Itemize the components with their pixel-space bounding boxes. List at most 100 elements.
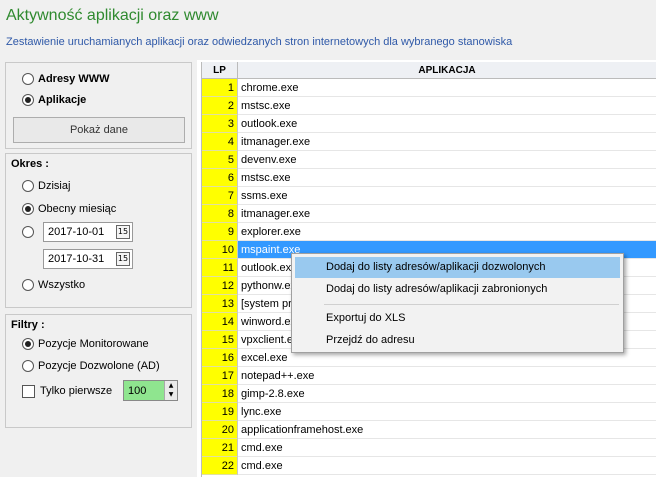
- column-header-application[interactable]: APLIKACJA: [238, 62, 656, 78]
- radio-circle[interactable]: [22, 360, 34, 372]
- cell-lp: 8: [202, 205, 238, 223]
- radio-www[interactable]: Adresy WWW: [22, 71, 110, 87]
- first-only-label: Tylko pierwsze: [40, 385, 113, 397]
- table-row[interactable]: 3 outlook.exe: [202, 115, 656, 133]
- cell-application: lync.exe: [238, 403, 656, 421]
- radio-monitored[interactable]: Pozycje Monitorowane: [22, 336, 149, 352]
- table-row[interactable]: 2 mstsc.exe: [202, 97, 656, 115]
- cell-application: devenv.exe: [238, 151, 656, 169]
- radio-circle[interactable]: [22, 73, 34, 85]
- cell-lp: 2: [202, 97, 238, 115]
- show-data-button[interactable]: Pokaż dane: [13, 117, 185, 143]
- table-row[interactable]: 5 devenv.exe: [202, 151, 656, 169]
- radio-today[interactable]: Dzisiaj: [22, 178, 70, 194]
- checkbox-box[interactable]: [22, 384, 35, 398]
- cell-application: cmd.exe: [238, 439, 656, 457]
- radio-date-range[interactable]: [22, 224, 38, 240]
- radio-circle[interactable]: [22, 94, 34, 106]
- menu-item-add-forbidden[interactable]: Dodaj do listy adresów/aplikacji zabroni…: [295, 279, 620, 300]
- cell-lp: 12: [202, 277, 238, 295]
- table-row[interactable]: 9 explorer.exe: [202, 223, 656, 241]
- radio-allowed[interactable]: Pozycje Dozwolone (AD): [22, 358, 160, 374]
- cell-lp: 4: [202, 133, 238, 151]
- radio-circle[interactable]: [22, 226, 34, 238]
- table-row[interactable]: 19 lync.exe: [202, 403, 656, 421]
- radio-www-label: Adresy WWW: [38, 73, 110, 85]
- table-row[interactable]: 22 cmd.exe: [202, 457, 656, 475]
- radio-monitored-label: Pozycje Monitorowane: [38, 338, 149, 350]
- menu-item-export-xls[interactable]: Exportuj do XLS: [295, 308, 620, 329]
- cell-lp: 1: [202, 79, 238, 97]
- menu-separator: [324, 304, 619, 305]
- table-row[interactable]: 4 itmanager.exe: [202, 133, 656, 151]
- cell-lp: 16: [202, 349, 238, 367]
- chevron-down-icon[interactable]: ▼: [165, 390, 177, 399]
- cell-lp: 19: [202, 403, 238, 421]
- cell-lp: 3: [202, 115, 238, 133]
- column-header-lp[interactable]: LP: [202, 62, 238, 78]
- cell-lp: 11: [202, 259, 238, 277]
- header: Aktywność aplikacji oraz www Zestawienie…: [0, 0, 656, 60]
- left-panel: Adresy WWW Aplikacje Pokaż dane Okres : …: [0, 60, 197, 477]
- cell-lp: 21: [202, 439, 238, 457]
- cell-application: applicationframehost.exe: [238, 421, 656, 439]
- page-subtitle: Zestawienie uruchamianych aplikacji oraz…: [6, 36, 513, 48]
- cell-application: mstsc.exe: [238, 169, 656, 187]
- cell-lp: 15: [202, 331, 238, 349]
- table-row[interactable]: 21 cmd.exe: [202, 439, 656, 457]
- cell-lp: 5: [202, 151, 238, 169]
- radio-allowed-label: Pozycje Dozwolone (AD): [38, 360, 160, 372]
- table-row[interactable]: 1 chrome.exe: [202, 79, 656, 97]
- table-row[interactable]: 7 ssms.exe: [202, 187, 656, 205]
- first-only-checkbox[interactable]: Tylko pierwsze: [22, 383, 112, 399]
- cell-lp: 9: [202, 223, 238, 241]
- table-row[interactable]: 8 itmanager.exe: [202, 205, 656, 223]
- cell-lp: 14: [202, 313, 238, 331]
- date-to-field[interactable]: 2017-10-31 15: [43, 249, 133, 269]
- menu-item-add-allowed[interactable]: Dodaj do listy adresów/aplikacji dozwolo…: [295, 257, 620, 278]
- source-group: Adresy WWW Aplikacje Pokaż dane: [5, 62, 192, 149]
- date-to-value: 2017-10-31: [48, 253, 105, 265]
- filters-group: Filtry : Pozycje Monitorowane Pozycje Do…: [5, 314, 192, 428]
- calendar-icon[interactable]: 15: [116, 225, 130, 239]
- period-group: Okres : Dzisiaj Obecny miesiąc 2017-10-0…: [5, 153, 192, 308]
- cell-lp: 22: [202, 457, 238, 475]
- cell-application: mstsc.exe: [238, 97, 656, 115]
- radio-applications-label: Aplikacje: [38, 94, 87, 106]
- cell-lp: 18: [202, 385, 238, 403]
- table-row[interactable]: 6 mstsc.exe: [202, 169, 656, 187]
- table-row[interactable]: 20 applicationframehost.exe: [202, 421, 656, 439]
- cell-lp: 20: [202, 421, 238, 439]
- first-only-stepper[interactable]: 100 ▲ ▼: [123, 380, 178, 401]
- table-row[interactable]: 18 gimp-2.8.exe: [202, 385, 656, 403]
- radio-all-label: Wszystko: [38, 279, 86, 291]
- page-title: Aktywność aplikacji oraz www: [6, 7, 219, 24]
- radio-all[interactable]: Wszystko: [22, 277, 85, 293]
- cell-application: outlook.exe: [238, 115, 656, 133]
- cell-application: explorer.exe: [238, 223, 656, 241]
- radio-applications[interactable]: Aplikacje: [22, 92, 86, 108]
- grid-header: LP APLIKACJA: [202, 62, 656, 79]
- radio-current-month-label: Obecny miesiąc: [38, 203, 117, 215]
- radio-circle[interactable]: [22, 338, 34, 350]
- date-from-field[interactable]: 2017-10-01 15: [43, 222, 133, 242]
- cell-lp: 10: [202, 241, 238, 259]
- table-row[interactable]: 17 notepad++.exe: [202, 367, 656, 385]
- cell-application: itmanager.exe: [238, 133, 656, 151]
- cell-lp: 7: [202, 187, 238, 205]
- cell-lp: 17: [202, 367, 238, 385]
- radio-current-month[interactable]: Obecny miesiąc: [22, 201, 116, 217]
- cell-application: notepad++.exe: [238, 367, 656, 385]
- radio-circle[interactable]: [22, 180, 34, 192]
- radio-circle[interactable]: [22, 279, 34, 291]
- menu-item-go-to-address[interactable]: Przejdź do adresu: [295, 330, 620, 351]
- date-from-value: 2017-10-01: [48, 226, 105, 238]
- cell-application: chrome.exe: [238, 79, 656, 97]
- calendar-icon[interactable]: 15: [116, 252, 130, 266]
- stepper-buttons[interactable]: ▲ ▼: [164, 381, 177, 400]
- radio-circle[interactable]: [22, 203, 34, 215]
- chevron-up-icon[interactable]: ▲: [165, 381, 177, 390]
- cell-application: gimp-2.8.exe: [238, 385, 656, 403]
- radio-today-label: Dzisiaj: [38, 180, 71, 192]
- first-only-value: 100: [128, 384, 147, 397]
